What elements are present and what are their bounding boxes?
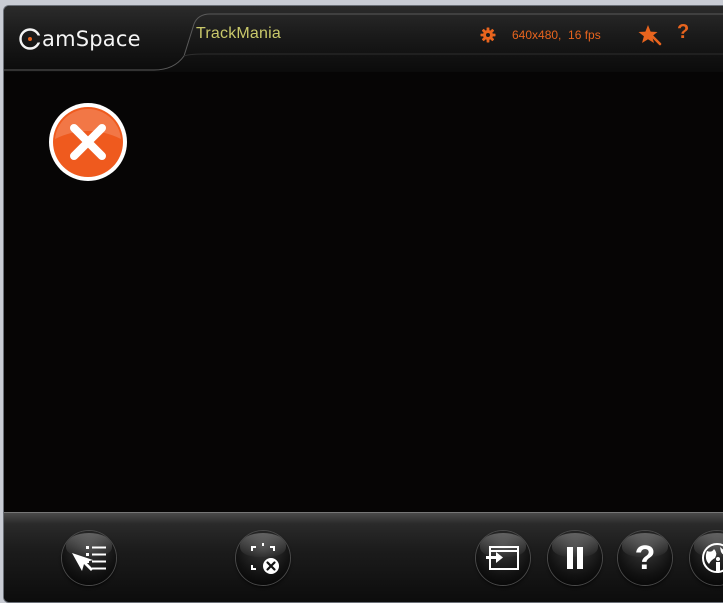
pause-button[interactable] [548, 531, 602, 585]
resolution-fps-label: 640x480, 16 fps [512, 28, 601, 42]
help-icon[interactable]: ? [677, 21, 689, 44]
close-icon[interactable] [47, 101, 129, 183]
question-icon: ? [634, 539, 656, 577]
help-button[interactable]: ? [618, 531, 672, 585]
cursor-list-icon [72, 546, 106, 571]
input-screen-button[interactable] [476, 531, 530, 585]
camspace-logo: amSpace [18, 24, 141, 54]
header-bar: amSpace TrackMania 640x480, 16 fps ? [4, 6, 723, 72]
globe-info-icon [702, 543, 723, 573]
star-icon[interactable] [638, 24, 662, 46]
exit-fullscreen-button[interactable] [236, 531, 290, 585]
bottom-toolbar: ? [4, 512, 723, 602]
web-info-button[interactable] [690, 531, 723, 585]
frame-close-icon [251, 543, 279, 574]
gear-icon[interactable] [480, 27, 496, 43]
camspace-window: amSpace TrackMania 640x480, 16 fps ? ? [3, 5, 723, 603]
app-title: TrackMania [196, 25, 281, 42]
pause-icon [567, 547, 583, 569]
controls-list-button[interactable] [62, 531, 116, 585]
screen-input-icon [486, 546, 519, 570]
logo-c-icon [19, 28, 42, 50]
logo-text: amSpace [42, 27, 141, 51]
